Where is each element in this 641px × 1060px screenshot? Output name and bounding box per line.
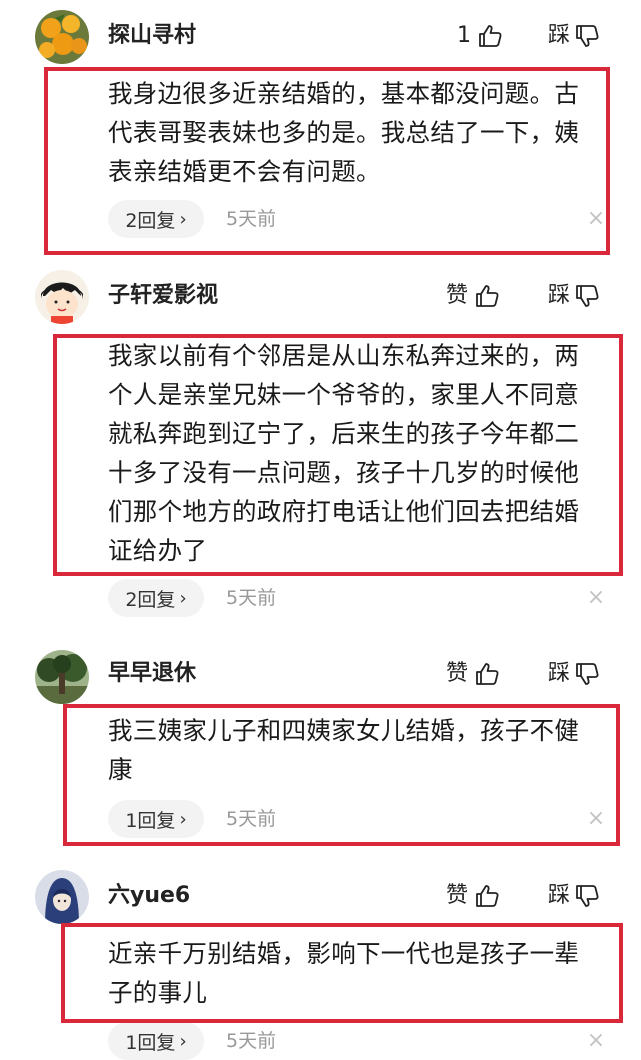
like-button[interactable]: 1 bbox=[457, 22, 503, 50]
dislike-button[interactable]: 踩 bbox=[548, 882, 600, 910]
dislike-button[interactable]: 踩 bbox=[548, 660, 600, 688]
reply-count: 1回复 bbox=[125, 809, 176, 832]
dislike-button[interactable]: 踩 bbox=[548, 282, 600, 310]
chevron-right-icon: › bbox=[179, 587, 187, 609]
avatar[interactable] bbox=[35, 870, 89, 924]
avatar[interactable] bbox=[35, 10, 89, 64]
thumbs-down-icon bbox=[576, 25, 599, 47]
avatar[interactable] bbox=[35, 270, 89, 324]
orange-fruit-avatar bbox=[35, 10, 89, 64]
timestamp: 5天前 bbox=[226, 1030, 277, 1052]
username[interactable]: 六yue6 bbox=[108, 882, 190, 910]
comment-text: 我身边很多近亲结婚的，基本都没问题。古代表哥娶表妹也多的是。我总结了一下，姨表亲… bbox=[108, 79, 580, 186]
reply-count: 1回复 bbox=[125, 1031, 176, 1054]
close-icon[interactable]: × bbox=[586, 208, 606, 230]
username[interactable]: 探山寻村 bbox=[108, 22, 196, 50]
thumbs-up-icon bbox=[479, 25, 502, 47]
thumbs-down-icon bbox=[576, 885, 599, 907]
reply-count-button[interactable]: 1回复 › bbox=[108, 1022, 204, 1060]
comment-item: 子轩爱影视 赞 踩 我家以前有个邻居是从山东私奔过来的，两个人是亲堂兄妹一个爷爷… bbox=[0, 260, 641, 630]
thumbs-up-icon bbox=[476, 285, 499, 307]
thumbs-up-icon bbox=[476, 663, 499, 685]
chevron-right-icon: › bbox=[179, 208, 187, 230]
comment-text: 我家以前有个邻居是从山东私奔过来的，两个人是亲堂兄妹一个爷爷的，家里人不同意就私… bbox=[108, 341, 580, 565]
reply-count: 2回复 bbox=[125, 209, 176, 232]
username[interactable]: 子轩爱影视 bbox=[108, 282, 218, 310]
chevron-right-icon: › bbox=[179, 1030, 187, 1052]
dislike-button[interactable]: 踩 bbox=[548, 22, 600, 50]
chevron-right-icon: › bbox=[179, 808, 187, 830]
comment-item: 早早退休 赞 踩 我三姨家儿子和四姨家女儿结婚，孩子不健康 1回复 › 5天前 … bbox=[0, 640, 641, 855]
reply-count: 2回复 bbox=[125, 588, 176, 611]
hooded-figure-avatar bbox=[35, 870, 89, 924]
reply-count-button[interactable]: 2回复 › bbox=[108, 579, 204, 617]
username[interactable]: 早早退休 bbox=[108, 660, 196, 688]
comment-text: 近亲千万别结婚，影响下一代也是孩子一辈子的事儿 bbox=[108, 939, 580, 1007]
like-button[interactable]: 赞 bbox=[446, 282, 500, 310]
thumbs-up-icon bbox=[476, 885, 499, 907]
comment-item: 六yue6 赞 踩 近亲千万别结婚，影响下一代也是孩子一辈子的事儿 1回复 › … bbox=[0, 862, 641, 1060]
like-count: 1 bbox=[457, 23, 471, 48]
comment-text: 我三姨家儿子和四姨家女儿结婚，孩子不健康 bbox=[108, 716, 580, 784]
thumbs-down-icon bbox=[576, 663, 599, 685]
dislike-label: 踩 bbox=[548, 661, 571, 686]
like-button[interactable]: 赞 bbox=[446, 660, 500, 688]
thumbs-down-icon bbox=[576, 285, 599, 307]
comment-item: 探山寻村 1 踩 我身边很多近亲结婚的，基本都没问题。古代表哥娶表妹也多的是。我… bbox=[0, 0, 641, 260]
close-icon[interactable]: × bbox=[586, 1030, 606, 1052]
timestamp: 5天前 bbox=[226, 208, 277, 230]
timestamp: 5天前 bbox=[226, 587, 277, 609]
reply-count-button[interactable]: 2回复 › bbox=[108, 200, 204, 238]
tree-landscape-avatar bbox=[35, 650, 89, 704]
dislike-label: 踩 bbox=[548, 23, 571, 48]
like-label: 赞 bbox=[446, 661, 469, 686]
close-icon[interactable]: × bbox=[586, 587, 606, 609]
reply-count-button[interactable]: 1回复 › bbox=[108, 800, 204, 838]
close-icon[interactable]: × bbox=[586, 808, 606, 830]
like-label: 赞 bbox=[446, 883, 469, 908]
cartoon-girl-avatar bbox=[35, 270, 89, 324]
like-label: 赞 bbox=[446, 283, 469, 308]
timestamp: 5天前 bbox=[226, 808, 277, 830]
like-button[interactable]: 赞 bbox=[446, 882, 500, 910]
dislike-label: 踩 bbox=[548, 883, 571, 908]
avatar[interactable] bbox=[35, 650, 89, 704]
dislike-label: 踩 bbox=[548, 283, 571, 308]
